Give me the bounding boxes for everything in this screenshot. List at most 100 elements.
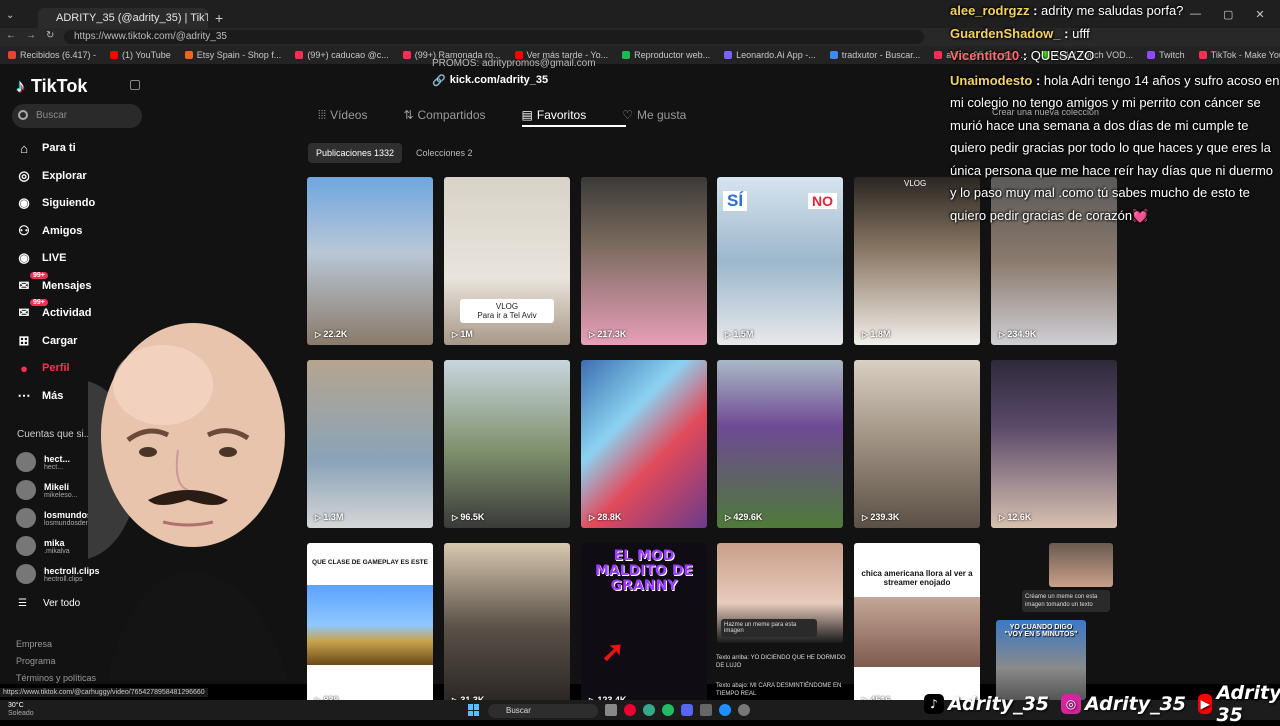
video-thumbnail[interactable]: 239.3K	[854, 360, 980, 528]
bookmark-favicon-icon	[402, 51, 411, 59]
video-thumbnail[interactable]: EL MOD MALDITO DE GRANNY➚123.4K	[581, 543, 707, 711]
video-thumbnail[interactable]: VLOG Para ir a Tel Aviv 1M	[444, 177, 570, 345]
tab-likes[interactable]: ♡ Me gusta	[622, 104, 686, 126]
video-thumbnail[interactable]: 12.6K	[991, 360, 1117, 528]
profile-tabs: ⦙⦙⦙ Vídeos ⇅ Compartidos ▤ Favoritos ♡ Me gu…	[318, 104, 718, 126]
search-input[interactable]: Buscar	[12, 104, 142, 128]
collapse-sidebar-icon[interactable]	[130, 80, 140, 90]
video-thumbnail[interactable]: 1.3M	[307, 360, 433, 528]
publications-chip[interactable]: Publicaciones 1332	[308, 143, 403, 163]
video-thumbnail[interactable]: 22.2K	[307, 177, 433, 345]
link-icon: 🔗	[432, 75, 446, 87]
chrome-icon[interactable]	[643, 704, 655, 716]
profile-promo: PROMOS: adritypromos@gmail.com	[432, 58, 596, 69]
bookmark-item[interactable]: tradxutor - Buscar...	[829, 46, 920, 64]
windows-start-icon[interactable]	[468, 704, 480, 716]
chat-text: adrity me saludas porfa?	[1041, 3, 1184, 18]
gameplay-image	[307, 585, 433, 665]
nav-item-live[interactable]: ◉ LIVE	[16, 247, 156, 269]
social-handle: ♪ Adrity_35	[924, 690, 1049, 718]
app-icon[interactable]	[700, 704, 712, 716]
view-count: 1.3M	[315, 512, 343, 522]
bookmark-item[interactable]: Recibidos (6.417) -	[8, 46, 96, 64]
forward-icon[interactable]: →	[26, 30, 36, 41]
edge-icon[interactable]	[719, 704, 731, 716]
back-icon[interactable]: ←	[6, 30, 16, 41]
account-name: mika	[44, 537, 65, 548]
tiktok-logo[interactable]: ♪ TikTok	[16, 76, 87, 97]
video-thumbnail[interactable]: SÍ NO 1.5M	[717, 177, 843, 345]
view-count: 12.6K	[999, 512, 1031, 522]
video-thumbnail[interactable]: 96.5K	[444, 360, 570, 528]
task-view-icon[interactable]	[605, 704, 617, 716]
meme-note: Créame un meme con esta imagen tomando u…	[1022, 590, 1110, 612]
video-thumbnail[interactable]: QUE CLASE DE GAMEPLAY ES ESTE838	[307, 543, 433, 711]
chat-username: Vicentito10	[950, 48, 1020, 63]
bookmark-item[interactable]: Leonardo.Ai App -...	[724, 46, 816, 64]
bookmark-item[interactable]: (99+) caducao @c...	[295, 46, 389, 64]
chat-text: ufff	[1072, 25, 1090, 41]
nav-item-siguiendo[interactable]: ◉ Siguiendo	[16, 192, 156, 214]
whatsapp-icon[interactable]	[662, 704, 674, 716]
chat-message: Vicentito10 : QUESAZO	[950, 48, 1095, 63]
footer-programa[interactable]: Programa	[16, 656, 56, 666]
home-icon: ⌂	[20, 140, 28, 156]
bookmark-favicon-icon	[295, 51, 304, 59]
video-thumbnail[interactable]: 217.3K	[581, 177, 707, 345]
new-tab-button[interactable]: +	[215, 10, 223, 26]
social-handles-overlay: ♪ Adrity_35 ◎ Adrity_35 ▶ Adrity 35	[924, 682, 1280, 726]
grid-icon: ⦙⦙⦙	[318, 107, 327, 122]
nav-item-explorar[interactable]: ◎ Explorar	[16, 165, 156, 187]
bookmark-favicon-icon	[184, 51, 193, 59]
notification-badge: 99+	[30, 299, 48, 306]
video-thumbnail[interactable]: Hazme un meme para esta imagen2338	[717, 543, 843, 643]
footer-terminos[interactable]: Términos y políticas	[16, 673, 96, 683]
video-thumbnail[interactable]: chica americana llora al ver a streamer …	[854, 543, 980, 711]
tab-menu-icon[interactable]: ⌄	[6, 10, 14, 21]
meme-text-top: Texto arriba: YO DICIENDO QUE HE DORMIDO…	[716, 655, 846, 669]
bookmark-favicon-icon	[110, 51, 119, 59]
repost-icon: ⇅	[403, 108, 414, 122]
chat-message: GuardenShadow_ : ufff	[950, 25, 1090, 41]
collections-chip[interactable]: Colecciones 2	[408, 143, 481, 163]
video-thumbnail[interactable]: 28.8K	[581, 360, 707, 528]
view-count: 1.5M	[725, 329, 753, 339]
video-thumbnail[interactable]: YO CUANDO DIGO "VOY EN 5 MINUTOS"	[996, 620, 1086, 700]
opera-icon[interactable]	[624, 704, 636, 716]
bookmark-item[interactable]: (1) YouTube	[110, 46, 171, 64]
reload-icon[interactable]: ↻	[46, 30, 54, 41]
chat-text: QUESAZO	[1030, 48, 1095, 63]
video-thumbnail[interactable]: 31.3K	[444, 543, 570, 711]
tab-videos[interactable]: ⦙⦙⦙ Vídeos	[318, 104, 367, 126]
weather-widget[interactable]: 30°C Soleado	[8, 702, 34, 718]
footer-empresa[interactable]: Empresa	[16, 639, 52, 649]
profile-icon: ●	[20, 360, 28, 376]
nav-item-amigos[interactable]: ⚇ Amigos	[16, 220, 156, 242]
following-accounts-title: Cuentas que si...	[17, 429, 93, 440]
chat-username: alee_rodrgzz	[950, 3, 1030, 18]
tab-shared[interactable]: ⇅ Compartidos	[403, 104, 485, 126]
video-caption: Hazme un meme para esta imagen	[721, 619, 817, 637]
taskbar-search[interactable]: Buscar	[488, 704, 598, 718]
video-thumbnail-small[interactable]	[1049, 543, 1113, 587]
avatar	[16, 564, 36, 584]
view-count: 234.9K	[999, 329, 1036, 339]
browser-tab[interactable]: ADRITY_35 (@adrity_35) | TikTok	[38, 8, 208, 28]
bookmark-item[interactable]: Reproductor web...	[622, 46, 710, 64]
meme-text-bottom: Texto abajo: MI CARA DESMINTIÉNDOME EN T…	[716, 683, 842, 697]
bookmark-favicon-icon	[724, 51, 733, 59]
tab-favorites[interactable]: ▤ Favoritos	[522, 104, 587, 126]
social-handle: ◎ Adrity_35	[1061, 690, 1186, 718]
video-thumbnail[interactable]: 429.6K	[717, 360, 843, 528]
obs-icon[interactable]	[738, 704, 750, 716]
view-count: 28.8K	[589, 512, 621, 522]
discord-icon[interactable]	[681, 704, 693, 716]
nav-item-mensajes[interactable]: ✉ 99+ Mensajes	[16, 272, 156, 297]
search-icon	[18, 110, 28, 120]
view-count: 1M	[452, 329, 473, 339]
see-all-link[interactable]: ☰ Ver todo	[18, 598, 80, 609]
profile-link[interactable]: 🔗 kick.com/adrity_35	[432, 74, 548, 87]
nav-item-parati[interactable]: ⌂ Para ti	[16, 137, 156, 159]
url-input[interactable]: https://www.tiktok.com/@adrity_35	[64, 30, 924, 44]
bookmark-item[interactable]: Etsy Spain - Shop f...	[184, 46, 281, 64]
